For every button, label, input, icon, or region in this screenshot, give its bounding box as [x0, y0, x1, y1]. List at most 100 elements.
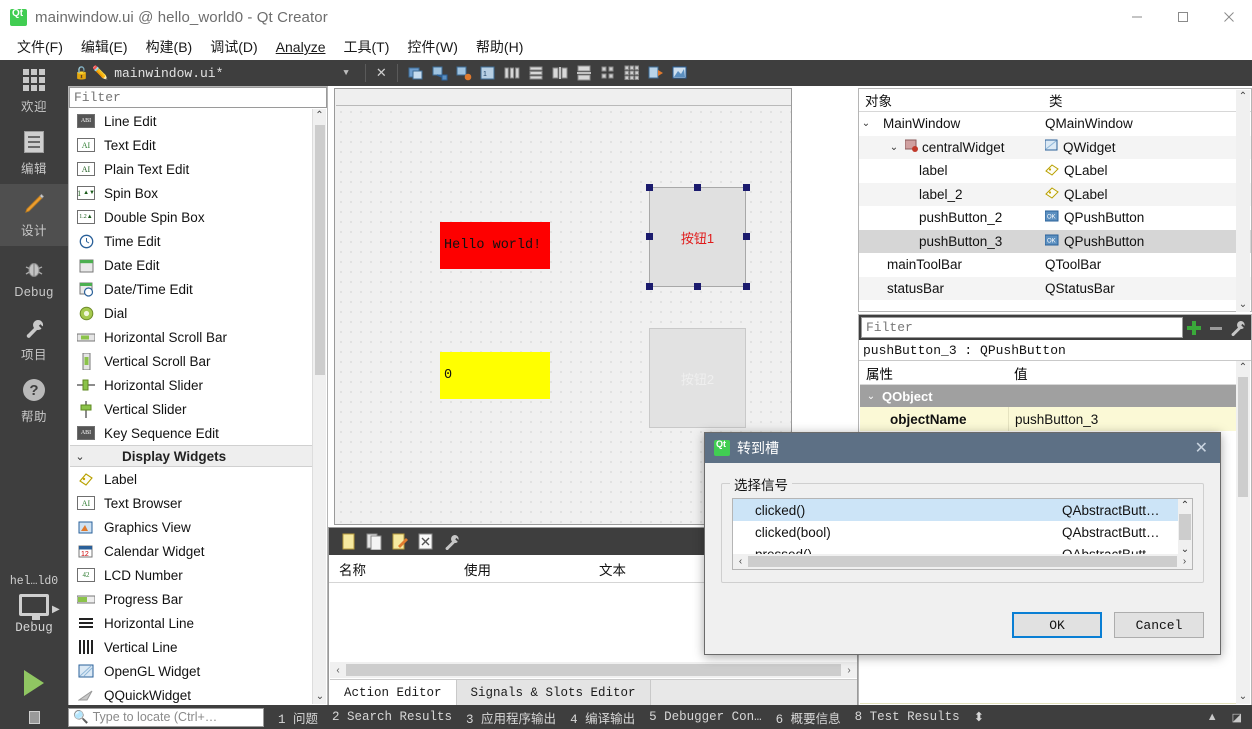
edit-action-icon[interactable]	[387, 531, 413, 553]
menu-build[interactable]: 构建(B)	[137, 34, 202, 60]
chevron-up-icon[interactable]: ▲	[1207, 711, 1218, 723]
menu-help[interactable]: 帮助(H)	[467, 34, 532, 60]
scroll-up-icon[interactable]: ⌃	[313, 109, 326, 123]
widget-item-horizontal-slider[interactable]: Horizontal Slider	[70, 373, 314, 397]
scroll-down-icon[interactable]: ⌄	[1236, 690, 1250, 704]
up-down-icon[interactable]: ⬍	[974, 709, 984, 725]
signal-list-hscrollbar[interactable]: ‹ ›	[733, 554, 1192, 569]
widget-item-qquickwidget[interactable]: QQuickWidget	[70, 683, 314, 704]
layout-horizontally-icon[interactable]	[501, 62, 523, 84]
selection-handle-br[interactable]	[743, 283, 750, 290]
minus-icon[interactable]	[1205, 317, 1227, 339]
canvas-label-2[interactable]: 0	[440, 352, 550, 399]
object-row-mainwindow[interactable]: ⌄ MainWindow QMainWindow	[859, 112, 1251, 136]
layout-vertically-icon[interactable]	[525, 62, 547, 84]
mode-help[interactable]: ? 帮助	[0, 370, 68, 432]
widget-category-display-widgets[interactable]: ⌄ Display Widgets	[70, 445, 314, 467]
copy-action-icon[interactable]	[361, 531, 387, 553]
widget-item-key-sequence-edit[interactable]: ABI Key Sequence Edit	[70, 421, 314, 445]
widget-item-vertical-slider[interactable]: Vertical Slider	[70, 397, 314, 421]
widget-item-lcd-number[interactable]: 42 LCD Number	[70, 563, 314, 587]
hscrollbar-thumb[interactable]	[748, 556, 1177, 567]
mode-debug[interactable]: Debug	[0, 246, 68, 308]
widget-item-vertical-scroll-bar[interactable]: Vertical Scroll Bar	[70, 349, 314, 373]
widget-box-filter-input[interactable]	[69, 87, 327, 108]
output-tab-test-results[interactable]: 8 Test Results	[855, 710, 960, 724]
run-button[interactable]	[0, 662, 68, 704]
break-layout-icon[interactable]	[645, 62, 667, 84]
mode-edit[interactable]: 编辑	[0, 122, 68, 184]
widget-item-opengl-widget[interactable]: OpenGL Widget	[70, 659, 314, 683]
widget-item-dial[interactable]: Dial	[70, 301, 314, 325]
edit-signals-slots-icon[interactable]	[429, 62, 451, 84]
tab-action-editor[interactable]: Action Editor	[330, 680, 457, 705]
object-row-statusbar[interactable]: statusBar QStatusBar	[859, 276, 1251, 300]
output-tab-compile-output[interactable]: 4 编译输出	[570, 708, 635, 727]
menu-tools[interactable]: 工具(T)	[334, 34, 398, 60]
ok-button[interactable]: OK	[1012, 612, 1102, 638]
object-row-pushbutton-3[interactable]: pushButton_3 OK QPushButton	[859, 229, 1251, 253]
edit-widgets-icon[interactable]	[405, 62, 427, 84]
layout-form-icon[interactable]	[597, 62, 619, 84]
panel-toggle-icon[interactable]: ◪	[1232, 711, 1242, 724]
widget-item-plain-text-edit[interactable]: AI Plain Text Edit	[70, 157, 314, 181]
selection-handle-bc[interactable]	[694, 283, 701, 290]
canvas-label[interactable]: Hello world!	[440, 222, 550, 269]
form-menubar-placeholder[interactable]	[336, 90, 791, 106]
vscrollbar-thumb[interactable]	[1179, 514, 1191, 540]
scroll-left-icon[interactable]: ‹	[330, 665, 346, 676]
signal-row-clicked[interactable]: clicked() QAbstractButt…	[733, 499, 1192, 521]
tab-signals-slots-editor[interactable]: Signals & Slots Editor	[456, 680, 651, 705]
layout-splitter-v-icon[interactable]	[573, 62, 595, 84]
scroll-down-icon[interactable]: ⌄	[1236, 298, 1250, 312]
scroll-left-icon[interactable]: ‹	[733, 556, 748, 567]
widget-item-horizontal-scroll-bar[interactable]: Horizontal Scroll Bar	[70, 325, 314, 349]
minimize-button[interactable]	[1114, 0, 1160, 34]
scroll-up-icon[interactable]: ⌃	[1236, 361, 1250, 375]
scroll-right-icon[interactable]: ›	[841, 665, 857, 676]
menu-edit[interactable]: 编辑(E)	[72, 34, 137, 60]
close-x-icon[interactable]: ✕	[372, 65, 391, 81]
widget-item-horizontal-line[interactable]: Horizontal Line	[70, 611, 314, 635]
output-tab-debugger-console[interactable]: 5 Debugger Con…	[649, 710, 762, 724]
widget-item-graphics-view[interactable]: Graphics View	[70, 515, 314, 539]
chevron-down-icon[interactable]: ⌄	[887, 142, 901, 153]
selection-handle-bl[interactable]	[646, 283, 653, 290]
chevron-down-icon[interactable]: ⌄	[859, 118, 873, 129]
scrollbar-thumb[interactable]	[315, 125, 325, 375]
widget-item-date-edit[interactable]: Date Edit	[70, 253, 314, 277]
adjust-size-icon[interactable]	[669, 62, 691, 84]
widget-item-calendar-widget[interactable]: 12 Calendar Widget	[70, 539, 314, 563]
selection-handle-ml[interactable]	[646, 233, 653, 240]
menu-debug[interactable]: 调试(D)	[201, 34, 266, 60]
edit-buddies-icon[interactable]	[453, 62, 475, 84]
scroll-right-icon[interactable]: ›	[1177, 556, 1192, 567]
cancel-button[interactable]: Cancel	[1114, 612, 1204, 638]
canvas-push-button-3[interactable]: 按钮1	[649, 187, 746, 287]
signal-list[interactable]: clicked() QAbstractButt… clicked(bool) Q…	[732, 498, 1193, 570]
maximize-button[interactable]	[1160, 0, 1206, 34]
locate-input[interactable]: 🔍 Type to locate (Ctrl+…	[68, 707, 264, 727]
widget-item-vertical-line[interactable]: Vertical Line	[70, 635, 314, 659]
unlocked-icon[interactable]: 🔓	[74, 66, 89, 80]
mode-welcome[interactable]: 欢迎	[0, 60, 68, 122]
object-row-label[interactable]: label QLabel	[859, 159, 1251, 183]
widget-item-double-spin-box[interactable]: 1.2▲ Double Spin Box	[70, 205, 314, 229]
object-row-label-2[interactable]: label_2 QLabel	[859, 182, 1251, 206]
output-tab-search-results[interactable]: 2 Search Results	[332, 710, 452, 724]
canvas-push-button-2[interactable]: 按钮2	[649, 328, 746, 428]
property-row-height[interactable]: 高度 100	[860, 703, 1236, 704]
plus-icon[interactable]	[1183, 317, 1205, 339]
output-tab-issues[interactable]: 1 问题	[278, 708, 318, 727]
scroll-down-icon[interactable]: ⌄	[313, 690, 327, 704]
signal-row-clicked-bool[interactable]: clicked(bool) QAbstractButt…	[733, 521, 1192, 543]
new-action-icon[interactable]	[335, 531, 361, 553]
scroll-up-icon[interactable]: ⌃	[1178, 499, 1192, 513]
widget-item-text-browser[interactable]: AI Text Browser	[70, 491, 314, 515]
object-row-pushbutton-2[interactable]: pushButton_2 OK QPushButton	[859, 206, 1251, 230]
property-editor-scrollbar[interactable]: ⌃ ⌄	[1236, 361, 1250, 704]
selection-handle-tc[interactable]	[694, 184, 701, 191]
object-tree-scrollbar[interactable]: ⌃ ⌄	[1236, 90, 1250, 312]
property-filter-input[interactable]: Filter	[861, 317, 1183, 338]
menu-file[interactable]: 文件(F)	[8, 34, 72, 60]
